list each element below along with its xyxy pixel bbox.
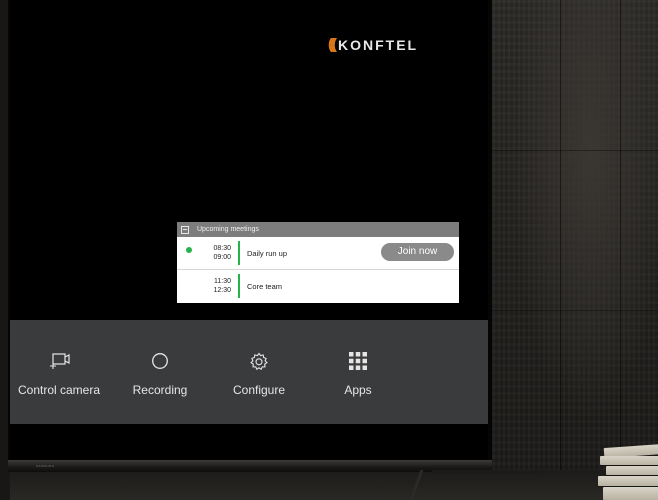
meeting-start-time: 08:30 <box>213 245 231 252</box>
logo-text: KONFTEL <box>338 36 419 53</box>
meeting-row[interactable]: 08:30 09:00 Daily run up Join now <box>177 237 459 269</box>
meeting-time: 08:30 09:00 <box>204 244 231 262</box>
camera-control-icon <box>48 352 70 373</box>
book <box>606 466 658 475</box>
wall-seam <box>620 0 621 500</box>
konftel-logo: ((( KONFTEL <box>328 36 418 53</box>
recording-button[interactable]: Recording <box>122 320 198 424</box>
room-wall <box>488 0 658 500</box>
wall-seam <box>488 150 658 151</box>
upcoming-meetings-panel: Upcoming meetings 08:30 09:00 Daily run … <box>177 222 459 303</box>
wall-seam <box>560 0 561 500</box>
meeting-end-time: 09:00 <box>213 254 231 261</box>
meeting-title: Core team <box>247 282 283 291</box>
apps-label: Apps <box>344 383 372 397</box>
meeting-time: 11:30 12:30 <box>204 277 231 295</box>
meetings-header: Upcoming meetings <box>177 222 459 237</box>
record-circle-icon <box>151 352 169 373</box>
meeting-divider <box>238 241 240 265</box>
tv-stand-base <box>432 470 542 474</box>
apps-grid-icon <box>349 352 367 373</box>
book <box>598 476 658 486</box>
recording-label: Recording <box>132 383 188 397</box>
wall-seam <box>488 310 658 311</box>
meeting-end-time: 12:30 <box>213 287 231 294</box>
control-bar: Control camera Recording Configure Apps <box>10 320 488 424</box>
tv-brand-label: SAMSUNG <box>36 464 55 468</box>
control-camera-button[interactable]: Control camera <box>16 320 102 424</box>
meeting-start-time: 11:30 <box>214 278 231 285</box>
active-status-dot-icon <box>186 247 192 253</box>
join-now-button[interactable]: Join now <box>381 243 454 261</box>
gear-icon <box>249 352 269 375</box>
meetings-header-label: Upcoming meetings <box>197 226 259 233</box>
control-camera-label: Control camera <box>17 383 101 397</box>
apps-button[interactable]: Apps <box>326 320 390 424</box>
book <box>600 456 658 465</box>
configure-button[interactable]: Configure <box>220 320 298 424</box>
book <box>603 487 658 500</box>
floor <box>0 470 658 500</box>
meeting-title: Daily run up <box>247 249 288 258</box>
logo-sound-arcs-icon: ((( <box>328 36 337 53</box>
calendar-icon <box>181 225 189 234</box>
configure-label: Configure <box>232 383 286 397</box>
meeting-row[interactable]: 11:30 12:30 Core team <box>177 269 459 302</box>
meeting-divider <box>238 274 240 298</box>
